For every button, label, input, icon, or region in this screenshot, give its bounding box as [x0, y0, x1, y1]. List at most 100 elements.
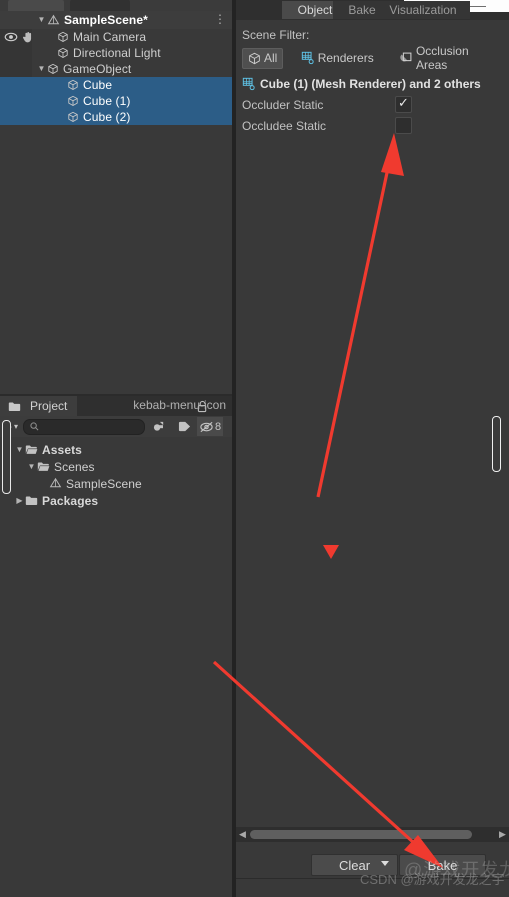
hierarchy-gutter [0, 77, 32, 93]
tab-visualization[interactable]: Visualization [376, 1, 470, 19]
project-tree-item[interactable]: ▼ Assets [0, 441, 232, 458]
gameobject-cube-icon [47, 63, 59, 75]
hidden-packages-count: 8 [214, 420, 222, 433]
hierarchy-row[interactable]: ▼ GameObject [0, 61, 232, 77]
hierarchy-gutter [0, 61, 32, 77]
hierarchy-row[interactable]: Cube (1) [0, 93, 232, 109]
folder-open-icon [37, 461, 50, 472]
hscroll-thumb[interactable] [250, 830, 472, 839]
tab-label: Object [297, 3, 333, 17]
project-tree-item[interactable]: ▶ Packages [0, 492, 232, 509]
occludee-static-label: Occludee Static [242, 118, 327, 133]
scene-name-label: SampleScene* [64, 13, 148, 27]
hierarchy-gutter [0, 109, 32, 125]
hierarchy-kebab-menu[interactable]: ⋮ [214, 13, 226, 25]
occlusion-culling-window: Object Bake Visualization Scene Filter: Al… [236, 0, 509, 897]
gameobject-cube-icon [57, 31, 69, 43]
hierarchy-gutter [0, 11, 32, 29]
scene-filter-row: All Renderers Occlusion Areas [242, 44, 503, 72]
project-item-label: Scenes [54, 459, 95, 474]
filter-renderers-button[interactable]: Renderers [295, 49, 380, 68]
occlusion-horizontal-scrollbar[interactable]: ◀ ▶ [236, 827, 509, 842]
occlusion-tab-bar: Object Bake Visualization [236, 0, 509, 20]
scroll-left-arrow-icon[interactable]: ◀ [236, 829, 249, 840]
hierarchy-row-label: Cube (2) [83, 110, 131, 124]
occluder-static-row: Occluder Static ✓ [242, 94, 503, 115]
hscroll-track[interactable] [249, 830, 496, 839]
hierarchy-row-label: GameObject [63, 62, 132, 76]
project-kebab-menu[interactable]: kebab-menu-icon [133, 399, 226, 412]
search-icon [30, 422, 39, 431]
unity-editor-window: ▼ SampleScene* ⋮ Main Camera Directional … [0, 0, 509, 897]
hierarchy-row[interactable]: Cube (2) [0, 109, 232, 125]
project-toolbar: + ▾ 8 [0, 416, 232, 437]
hierarchy-row-label: Cube [83, 78, 113, 92]
unity-scene-icon [47, 14, 60, 27]
project-expand-arrow[interactable]: ▼ [14, 445, 25, 454]
row-expand-arrow[interactable]: ▼ [36, 65, 47, 73]
project-panel: Project kebab-menu-icon + ▾ [0, 396, 232, 897]
mesh-renderer-icon [242, 77, 256, 91]
unity-scene-icon [49, 477, 62, 490]
scene-expand-arrow[interactable]: ▼ [36, 16, 47, 24]
occludee-static-checkbox[interactable] [395, 117, 412, 134]
project-item-label: Assets [42, 442, 82, 457]
tab-project[interactable]: Project [0, 396, 78, 416]
project-tab-bar: Project kebab-menu-icon [0, 396, 232, 416]
eye-icon[interactable] [4, 32, 18, 42]
selection-summary-row: Cube (1) (Mesh Renderer) and 2 others [242, 77, 503, 91]
selection-summary-label: Cube (1) (Mesh Renderer) and 2 others [260, 77, 481, 91]
hidden-packages-toggle[interactable]: 8 [197, 417, 224, 436]
project-tree-item[interactable]: SampleScene [0, 475, 232, 492]
hierarchy-scene-row[interactable]: ▼ SampleScene* ⋮ [0, 11, 232, 29]
gameobject-cube-icon [67, 95, 79, 107]
project-expand-arrow[interactable]: ▼ [26, 462, 37, 471]
filter-all-label: All [264, 51, 278, 65]
hierarchy-row-label: Cube (1) [83, 94, 131, 108]
folder-icon [25, 495, 38, 506]
hierarchy-panel: ▼ SampleScene* ⋮ Main Camera Directional … [0, 11, 232, 394]
hierarchy-row[interactable]: Directional Light [0, 45, 232, 61]
occlusion-vertical-scrollbar[interactable] [492, 416, 501, 472]
project-tree-item[interactable]: ▼ Scenes [0, 458, 232, 475]
chevron-down-icon: ▾ [14, 422, 19, 431]
search-input[interactable] [23, 418, 146, 435]
filter-all-button[interactable]: All [242, 47, 284, 69]
hierarchy-gutter [0, 93, 32, 109]
hierarchy-row[interactable]: Main Camera [0, 29, 232, 45]
mesh-renderer-icon [301, 51, 315, 65]
hierarchy-tab-ghost[interactable] [8, 0, 64, 11]
filter-renderers-label: Renderers [317, 51, 374, 65]
filter-by-label-icon[interactable] [171, 417, 197, 436]
folder-open-icon [25, 444, 38, 455]
occlusion-area-icon [399, 51, 413, 65]
hierarchy-row[interactable]: Cube [0, 77, 232, 93]
hierarchy-tree: Main Camera Directional Light ▼ GameObject C… [0, 29, 232, 125]
filter-occlusion-areas-button[interactable]: Occlusion Areas [393, 44, 503, 72]
hierarchy-row-label: Main Camera [73, 30, 147, 44]
adjacent-tab-ghost[interactable] [70, 0, 130, 11]
gameobject-cube-icon [67, 111, 79, 123]
cut-off-tab-strip [0, 0, 232, 11]
project-expand-arrow[interactable]: ▶ [14, 496, 25, 505]
gameobject-cube-icon [67, 79, 79, 91]
hierarchy-row-label: Directional Light [73, 46, 161, 60]
visibility-toggles[interactable] [4, 29, 34, 45]
checkmark-icon: ✓ [398, 95, 409, 110]
project-item-label: SampleScene [66, 476, 142, 491]
chevron-down-icon[interactable] [381, 861, 389, 866]
cube-icon [248, 52, 261, 65]
gameobject-cube-icon [57, 47, 69, 59]
project-item-label: Packages [42, 493, 99, 508]
scene-filter-label: Scene Filter: [242, 28, 310, 42]
hierarchy-gutter [0, 45, 32, 61]
filter-by-type-icon[interactable] [145, 417, 171, 436]
hand-icon[interactable] [22, 31, 34, 43]
scroll-right-arrow-icon[interactable]: ▶ [496, 829, 509, 840]
tab-label: Visualization [389, 3, 457, 17]
folder-icon [8, 401, 21, 412]
occluder-static-label: Occluder Static [242, 97, 324, 112]
occluder-static-checkbox[interactable]: ✓ [395, 95, 412, 113]
watermark-text: CSDN @游戏开发龙之宇 [360, 872, 505, 887]
occludee-static-row: Occludee Static [242, 115, 503, 136]
